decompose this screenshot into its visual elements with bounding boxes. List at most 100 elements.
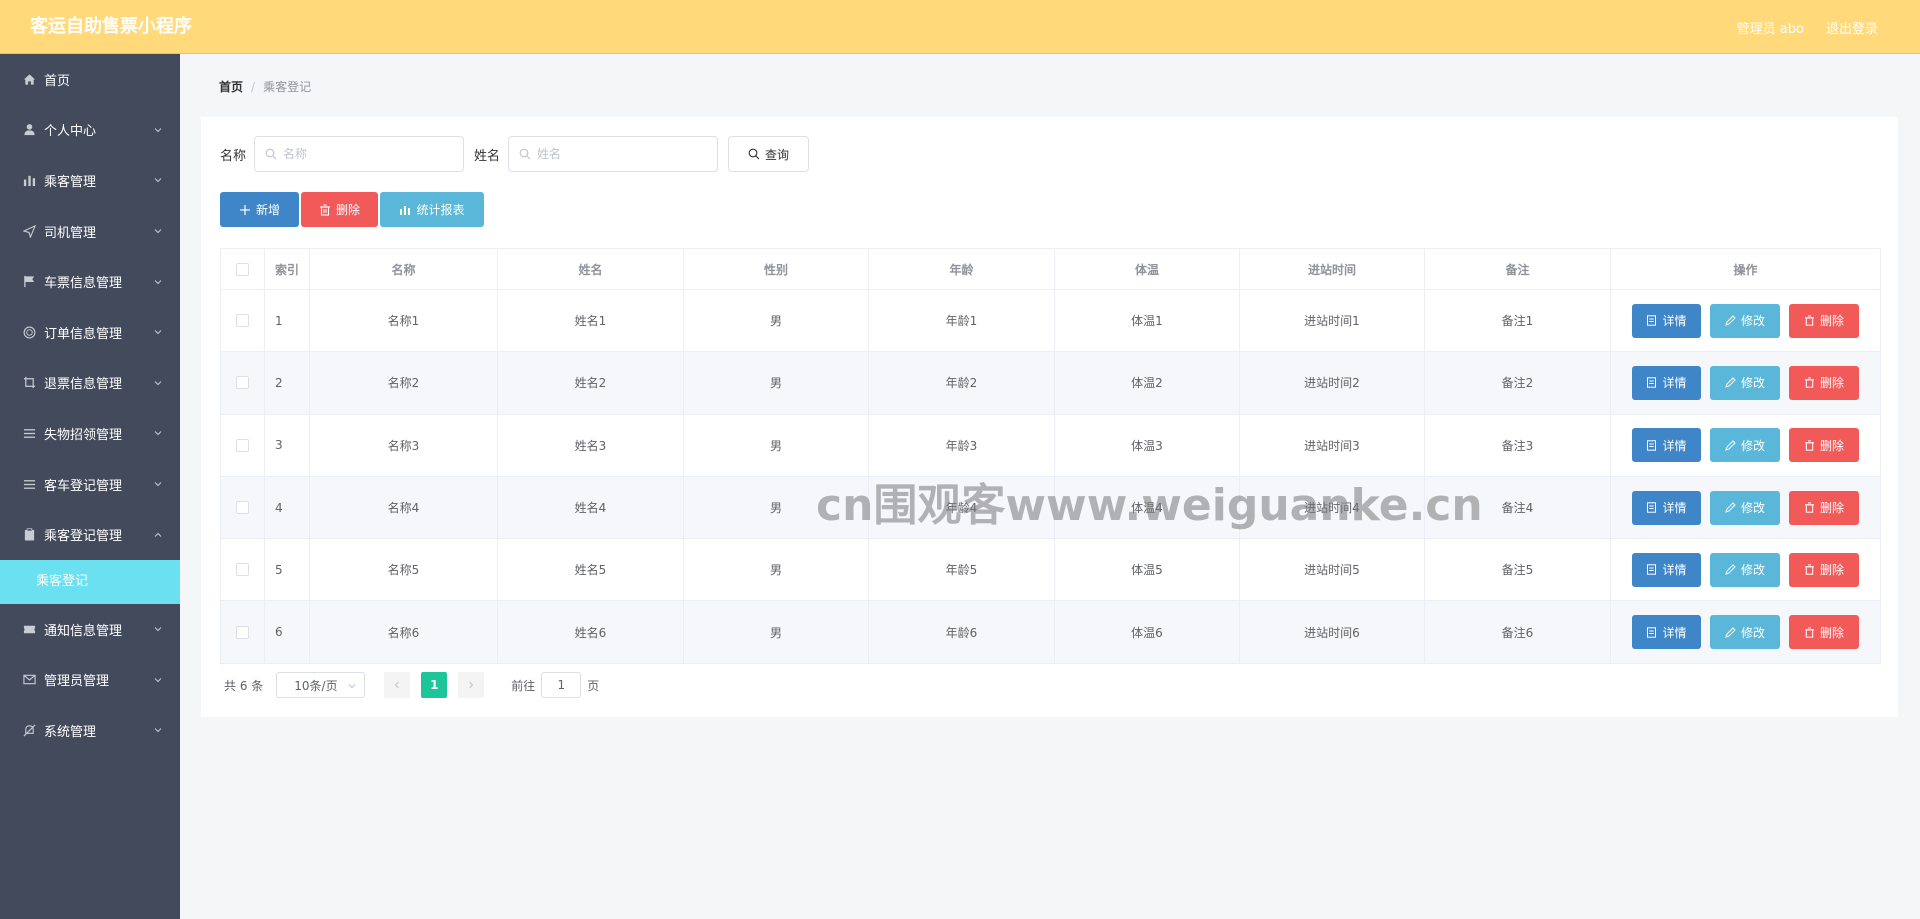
row-select-cell: [220, 539, 265, 601]
cell-xm: 姓名2: [498, 352, 684, 414]
add-button[interactable]: 新增: [220, 192, 299, 227]
admin-user-label[interactable]: 管理员 abo: [1737, 18, 1804, 37]
sidebar-item-label: 个人中心: [44, 124, 97, 140]
detail-button[interactable]: 详情: [1632, 615, 1701, 650]
delete-button[interactable]: 删除: [1789, 365, 1859, 400]
sidebar-subitem-active[interactable]: 乘客登记: [0, 559, 180, 604]
row-checkbox[interactable]: [236, 563, 249, 577]
page-number-current[interactable]: 1: [421, 672, 448, 698]
pencil-icon: [1725, 626, 1736, 638]
row-checkbox[interactable]: [236, 625, 249, 639]
detail-button[interactable]: 详情: [1632, 490, 1701, 525]
chevron-down-icon: [154, 429, 162, 437]
logout-link[interactable]: 退出登录: [1826, 18, 1878, 37]
column-header: 操作: [1611, 249, 1881, 289]
detail-button[interactable]: 详情: [1632, 428, 1701, 463]
delete-button[interactable]: 删除: [1789, 490, 1859, 525]
sidebar-item-12[interactable]: 系统管理: [0, 705, 180, 756]
cell-name: 名称2: [310, 352, 498, 414]
delete-button[interactable]: 删除: [1789, 615, 1859, 650]
sidebar-item-6[interactable]: 退票信息管理: [0, 358, 180, 409]
pencil-icon: [1725, 564, 1736, 576]
prev-page-button[interactable]: [384, 672, 411, 698]
cell-sex: 男: [684, 352, 869, 414]
delete-button[interactable]: 删除: [1789, 428, 1859, 463]
sidebar-item-2[interactable]: 乘客管理: [0, 155, 180, 206]
edit-button[interactable]: 修改: [1710, 428, 1780, 463]
row-actions-cell: 详情 修改 删除: [1611, 476, 1881, 539]
row-checkbox[interactable]: [236, 376, 249, 390]
row-select-cell: [220, 476, 265, 539]
sidebar-item-4[interactable]: 车票信息管理: [0, 256, 180, 307]
sidebar-item-10[interactable]: 通知信息管理: [0, 604, 180, 655]
document-icon: [1647, 315, 1657, 326]
table-row: 1 名称1 姓名1 男年龄1 体温1 进站时间1 备注1 详情 修改 删除: [220, 290, 1881, 353]
page-size-select[interactable]: 10条/页: [276, 672, 366, 698]
delete-button[interactable]: 删除: [1789, 552, 1859, 587]
chevron-down-icon: [348, 682, 356, 690]
cell-name: 名称4: [310, 476, 498, 539]
cell-time: 进站时间6: [1240, 601, 1425, 663]
edit-button[interactable]: 修改: [1710, 303, 1780, 338]
cell-xm: 姓名3: [498, 414, 684, 476]
cell-xm: 姓名6: [498, 601, 684, 663]
sidebar-item-5[interactable]: 订单信息管理: [0, 307, 180, 358]
row-actions-cell: 详情 修改 删除: [1611, 601, 1881, 663]
cell-name: 名称6: [310, 601, 498, 663]
breadcrumb: 首页 / 乘客登记: [219, 78, 311, 95]
sidebar-item-label: 失物招领管理: [44, 427, 123, 443]
query-button[interactable]: 查询: [728, 136, 810, 172]
action-toolbar: 新增 删除 统计报表: [220, 192, 484, 227]
sidebar-item-9[interactable]: 乘客登记管理: [0, 509, 180, 560]
detail-button-label: 详情: [1662, 625, 1687, 640]
breadcrumb-home[interactable]: 首页: [219, 78, 243, 95]
sidebar-item-label: 退票信息管理: [44, 377, 123, 393]
row-actions-cell: 详情 修改 删除: [1611, 352, 1881, 414]
main-content: 首页 / 乘客登记 名称 姓名 查询 新增: [180, 54, 1920, 919]
edit-button[interactable]: 修改: [1710, 552, 1780, 587]
pagination-total: 共 6 条: [224, 678, 264, 693]
sidebar-item-8[interactable]: 客车登记管理: [0, 459, 180, 510]
sidebar-item-0[interactable]: 首页: [0, 54, 180, 105]
breadcrumb-separator: /: [251, 79, 256, 94]
row-checkbox[interactable]: [236, 314, 249, 328]
sidebar-item-3[interactable]: 司机管理: [0, 206, 180, 257]
search-icon: [265, 148, 277, 160]
sidebar-item-label: 首页: [44, 73, 71, 89]
batch-delete-button[interactable]: 删除: [301, 192, 378, 227]
sidebar-item-1[interactable]: 个人中心: [0, 105, 180, 156]
name-search-field[interactable]: [254, 136, 465, 172]
delete-button-label: 删除: [1819, 438, 1844, 453]
sidebar-item-7[interactable]: 失物招领管理: [0, 408, 180, 459]
delete-button[interactable]: 删除: [1789, 303, 1859, 338]
column-header: 备注: [1425, 249, 1611, 289]
sidebar-item-label: 司机管理: [44, 225, 97, 241]
name-search-input[interactable]: [283, 147, 454, 161]
list-icon: [22, 426, 36, 440]
detail-button[interactable]: 详情: [1632, 303, 1701, 338]
crop-icon: [22, 376, 36, 390]
row-checkbox[interactable]: [236, 501, 249, 515]
sidebar-item-11[interactable]: 管理员管理: [0, 655, 180, 706]
xm-search-field[interactable]: [508, 136, 719, 172]
bar-chart-icon: [22, 173, 36, 187]
detail-button[interactable]: 详情: [1632, 365, 1701, 400]
edit-button-label: 修改: [1740, 625, 1765, 640]
goto-page-input[interactable]: [541, 672, 582, 698]
edit-button[interactable]: 修改: [1710, 490, 1780, 525]
row-checkbox[interactable]: [236, 438, 249, 452]
chevron-down-icon: [154, 278, 162, 286]
edit-button[interactable]: 修改: [1710, 365, 1780, 400]
trash-icon: [1804, 627, 1814, 638]
row-select-cell: [220, 601, 265, 663]
select-all-checkbox[interactable]: [236, 262, 249, 276]
trash-icon: [1804, 440, 1814, 451]
cell-idx: 3: [265, 414, 310, 476]
xm-search-input[interactable]: [537, 147, 708, 161]
next-page-button[interactable]: [458, 672, 485, 698]
column-header: 年龄: [869, 249, 1055, 289]
edit-button[interactable]: 修改: [1710, 615, 1780, 650]
cell-idx: 4: [265, 476, 310, 539]
detail-button[interactable]: 详情: [1632, 552, 1701, 587]
report-button[interactable]: 统计报表: [380, 192, 484, 227]
